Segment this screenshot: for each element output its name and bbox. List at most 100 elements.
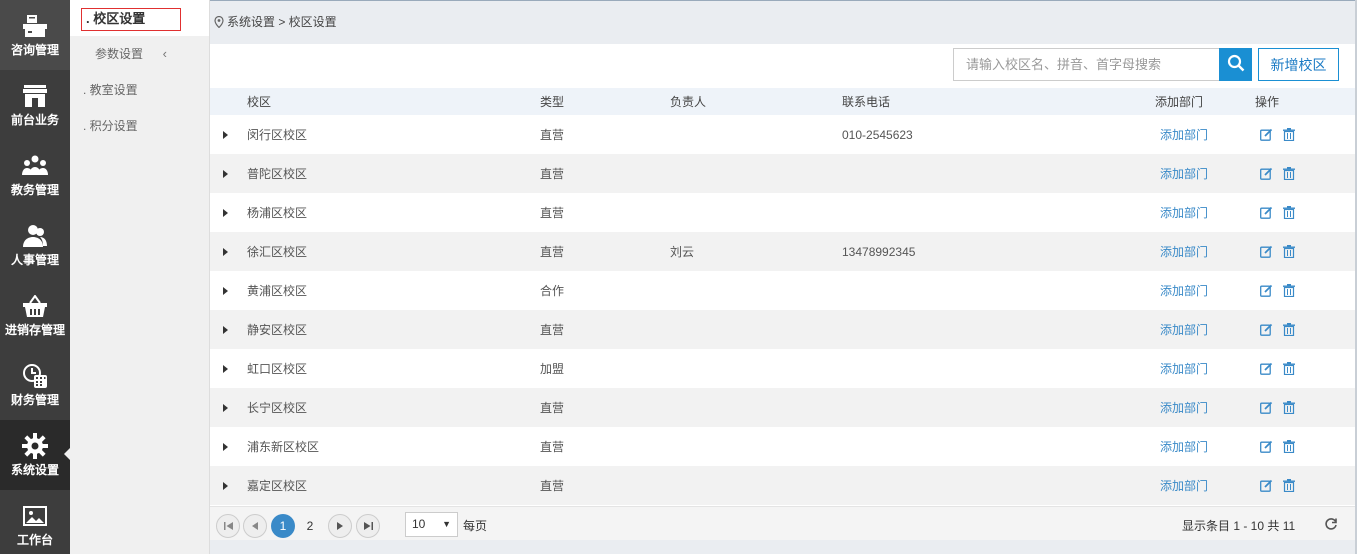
add-department-link[interactable]: 添加部门 [1155,284,1208,298]
campus-phone [842,271,1155,310]
table-row[interactable]: 杨浦区校区 直营 添加部门 [210,193,1355,232]
edit-icon[interactable] [1260,479,1273,492]
table-row[interactable]: 虹口区校区 加盟 添加部门 [210,349,1355,388]
add-department-link[interactable]: 添加部门 [1155,206,1208,220]
add-department-link[interactable]: 添加部门 [1155,245,1208,259]
sub-nav: . 校区设置 参数设置 ‹ . 教室设置 . 积分设置 [70,0,210,554]
nav-inventory[interactable]: 进销存管理 [0,280,70,350]
campus-owner [670,349,842,388]
campus-name: 普陀区校区 [247,167,308,181]
nav-consulting[interactable]: 咨询管理 [0,0,70,70]
nav-label: 教务管理 [10,182,59,197]
edit-icon[interactable] [1260,206,1273,219]
add-department-link[interactable]: 添加部门 [1155,401,1208,415]
nav-frontdesk[interactable]: 前台业务 [0,70,70,140]
add-department-link[interactable]: 添加部门 [1155,167,1208,181]
campus-type: 直营 [540,323,565,337]
table-row[interactable]: 闵行区校区 直营 010-2545623 添加部门 [210,115,1355,154]
delete-icon[interactable] [1283,323,1295,336]
edit-icon[interactable] [1260,128,1273,141]
expand-caret-icon[interactable] [223,247,228,256]
delete-icon[interactable] [1283,206,1295,219]
nav-hr[interactable]: 人事管理 [0,210,70,280]
expand-caret-icon[interactable] [223,403,228,412]
storefront-icon [22,83,48,109]
per-page-select[interactable]: 10 ▼ [405,512,458,537]
expand-caret-icon[interactable] [223,169,228,178]
campus-phone [842,466,1155,505]
campus-type: 合作 [540,284,565,298]
campus-phone [842,310,1155,349]
delete-icon[interactable] [1283,401,1295,414]
table-row[interactable]: 静安区校区 直营 添加部门 [210,310,1355,349]
first-page-button[interactable] [216,514,240,538]
add-department-link[interactable]: 添加部门 [1155,440,1208,454]
subnav-label: . 校区设置 [81,8,181,31]
add-department-link[interactable]: 添加部门 [1155,323,1208,337]
nav-system-settings[interactable]: 系统设置 [0,420,70,490]
refresh-icon[interactable] [1323,516,1339,532]
table-row[interactable]: 黄浦区校区 合作 添加部门 [210,271,1355,310]
delete-icon[interactable] [1283,362,1295,375]
edit-icon[interactable] [1260,362,1273,375]
expand-caret-icon[interactable] [223,325,228,334]
page-number[interactable]: 2 [298,514,322,538]
edit-icon[interactable] [1260,323,1273,336]
expand-caret-icon[interactable] [223,481,228,490]
column-header: 类型 [540,95,565,109]
table-row[interactable]: 浦东新区校区 直营 添加部门 [210,427,1355,466]
campus-type: 加盟 [540,362,565,376]
nav-finance[interactable]: 财务管理 [0,350,70,420]
campus-name: 徐汇区校区 [247,245,308,259]
page-number[interactable]: 1 [271,514,295,538]
prev-page-button[interactable] [243,514,267,538]
table-row[interactable]: 徐汇区校区 直营 刘云 13478992345 添加部门 [210,232,1355,271]
expand-caret-icon[interactable] [223,130,228,139]
expand-caret-icon[interactable] [223,442,228,451]
delete-icon[interactable] [1283,167,1295,180]
campus-panel: 新增校区 校区 类型 负责人 联系电话 添加部门 操作 闵行区校区直营010-2… [210,44,1355,540]
campus-name: 浦东新区校区 [247,440,320,454]
nav-academic[interactable]: 教务管理 [0,140,70,210]
subnav-campus-settings[interactable]: . 校区设置 [70,0,209,36]
search-button[interactable] [1219,48,1252,81]
campus-owner [670,193,842,232]
table-row[interactable]: 普陀区校区 直营 添加部门 [210,154,1355,193]
expand-caret-icon[interactable] [223,364,228,373]
subnav-points-settings[interactable]: . 积分设置 [70,108,209,144]
delete-icon[interactable] [1283,479,1295,492]
search-input[interactable] [954,49,1219,80]
edit-icon[interactable] [1260,284,1273,297]
add-department-link[interactable]: 添加部门 [1155,479,1208,493]
campus-name: 长宁区校区 [247,401,308,415]
campus-phone [842,349,1155,388]
pagination: 1 2 10 ▼ 每页 显示条目 1 - 10 共 11 [210,506,1355,540]
campus-owner [670,115,842,154]
add-campus-button[interactable]: 新增校区 [1258,48,1339,81]
expand-caret-icon[interactable] [223,208,228,217]
add-department-link[interactable]: 添加部门 [1155,362,1208,376]
delete-icon[interactable] [1283,128,1295,141]
subnav-classroom-settings[interactable]: . 教室设置 [70,72,209,108]
dropdown-arrow-icon: ▼ [442,519,451,529]
campus-phone [842,154,1155,193]
table-row[interactable]: 嘉定区校区 直营 添加部门 [210,466,1355,505]
edit-icon[interactable] [1260,167,1273,180]
edit-icon[interactable] [1260,245,1273,258]
edit-icon[interactable] [1260,440,1273,453]
delete-icon[interactable] [1283,245,1295,258]
delete-icon[interactable] [1283,440,1295,453]
subnav-param-settings[interactable]: 参数设置 ‹ [70,36,209,72]
edit-icon[interactable] [1260,401,1273,414]
group-icon [22,153,48,179]
add-department-link[interactable]: 添加部门 [1155,128,1208,142]
next-page-button[interactable] [328,514,352,538]
nav-workbench[interactable]: 工作台 [0,490,70,554]
delete-icon[interactable] [1283,284,1295,297]
last-page-button[interactable] [356,514,380,538]
prev-page-icon [252,522,258,530]
expand-caret-icon[interactable] [223,286,228,295]
nav-label: 前台业务 [10,112,59,127]
table-row[interactable]: 长宁区校区 直营 添加部门 [210,388,1355,427]
picture-icon [22,503,48,529]
